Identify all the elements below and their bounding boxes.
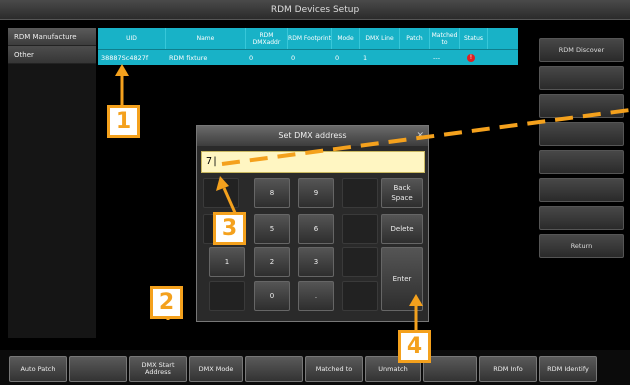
window-title: RDM Devices Setup <box>0 0 630 20</box>
rdm-info-button[interactable]: RDM Info <box>479 356 537 382</box>
key-6[interactable]: 6 <box>298 214 334 244</box>
callout-3: 3 <box>213 212 246 245</box>
arrow-1-head <box>115 64 129 76</box>
devices-table: UID Name RDM DMXaddr RDM Footprint Mode … <box>98 28 518 65</box>
key-dot[interactable]: . <box>298 281 334 311</box>
cell-status: ! <box>460 50 488 65</box>
header-status[interactable]: Status <box>460 28 488 49</box>
callout-1: 1 <box>107 105 140 138</box>
callout-4: 4 <box>398 330 431 363</box>
dmx-start-address-button[interactable]: DMX Start Address <box>129 356 187 382</box>
keypad-blank-5 <box>342 247 378 277</box>
header-dmx-line[interactable]: DMX Line <box>360 28 400 49</box>
cell-mode: 0 <box>335 53 340 62</box>
left-panel: RDM Manufacture Other <box>8 28 96 338</box>
header-matched-to[interactable]: Matched to <box>430 28 460 49</box>
left-item-other[interactable]: Other <box>8 46 96 64</box>
auto-patch-button[interactable]: Auto Patch <box>9 356 67 382</box>
dialog-title-bar: Set DMX address ✕ <box>197 126 428 146</box>
right-panel: RDM Discover Return <box>539 28 624 338</box>
function-bar: Auto Patch DMX Start Address DMX Mode Ma… <box>0 350 630 385</box>
cell-dmxaddr: 0 <box>249 53 254 62</box>
rdm-discover-button[interactable]: RDM Discover <box>539 38 624 62</box>
right-button-2[interactable] <box>539 66 624 90</box>
close-icon[interactable]: ✕ <box>416 126 424 146</box>
key-5[interactable]: 5 <box>254 214 290 244</box>
right-button-5[interactable] <box>539 150 624 174</box>
callout-2: 2 <box>150 286 183 319</box>
cell-footprint: 0 <box>291 53 296 62</box>
key-1[interactable]: 1 <box>209 247 245 277</box>
key-8[interactable]: 8 <box>254 178 290 208</box>
cell-uid: 38887Sc4827f <box>101 53 149 62</box>
enter-key[interactable]: Enter <box>381 247 423 311</box>
keypad-blank-7 <box>342 281 378 311</box>
key-2[interactable]: 2 <box>254 247 290 277</box>
key-9[interactable]: 9 <box>298 178 334 208</box>
rdm-identify-button[interactable]: RDM Identify <box>539 356 597 382</box>
header-uid[interactable]: UID <box>98 28 166 49</box>
header-name[interactable]: Name <box>166 28 246 49</box>
header-rdm-footprint[interactable]: RDM Footprint <box>288 28 332 49</box>
cell-patch <box>400 50 430 65</box>
table-header: UID Name RDM DMXaddr RDM Footprint Mode … <box>98 28 518 50</box>
cell-matched: --- <box>433 53 441 62</box>
delete-key[interactable]: Delete <box>381 214 423 244</box>
dmx-address-input[interactable]: 7| <box>201 151 425 173</box>
bottom-button-5[interactable] <box>245 356 303 382</box>
cell-name: RDM fixture <box>169 53 208 62</box>
left-item-rdm-manufacture[interactable]: RDM Manufacture <box>8 28 96 46</box>
bottom-button-2[interactable] <box>69 356 127 382</box>
cell-dmx-line: 1 <box>363 53 368 62</box>
keypad-blank-1 <box>203 178 239 208</box>
table-row[interactable]: 38887Sc4827f RDM fixture 0 0 0 1 --- ! <box>98 50 518 65</box>
dialog-title: Set DMX address <box>278 131 347 140</box>
key-0[interactable]: 0 <box>254 281 290 311</box>
header-patch[interactable]: Patch <box>400 28 430 49</box>
right-button-3[interactable] <box>539 94 624 118</box>
key-3[interactable]: 3 <box>298 247 334 277</box>
header-mode[interactable]: Mode <box>332 28 360 49</box>
status-error-icon: ! <box>467 53 475 62</box>
right-button-6[interactable] <box>539 178 624 202</box>
keypad-blank-4 <box>342 214 378 244</box>
keypad-blank-6 <box>209 281 245 311</box>
dmx-mode-button[interactable]: DMX Mode <box>189 356 243 382</box>
backspace-key[interactable]: Back Space <box>381 178 423 208</box>
header-rdm-dmxaddr[interactable]: RDM DMXaddr <box>246 28 288 49</box>
right-button-4[interactable] <box>539 122 624 146</box>
matched-to-button[interactable]: Matched to <box>305 356 363 382</box>
keypad-blank-2 <box>342 178 378 208</box>
right-button-7[interactable] <box>539 206 624 230</box>
bottom-button-8[interactable] <box>423 356 477 382</box>
return-button[interactable]: Return <box>539 234 624 258</box>
